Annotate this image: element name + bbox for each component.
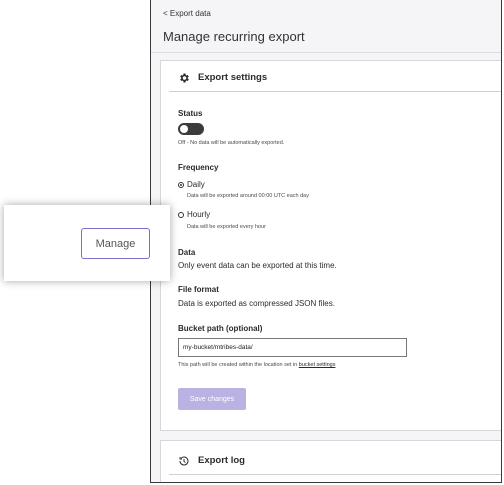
export-settings-header: Export settings	[178, 71, 267, 83]
file-format-label: File format	[178, 285, 219, 294]
daily-radio[interactable]	[178, 182, 184, 188]
frequency-label: Frequency	[178, 163, 219, 172]
daily-label[interactable]: Daily	[187, 180, 205, 189]
data-text: Only event data can be exported at this …	[178, 261, 337, 270]
hourly-hint: Data will be exported every hour	[187, 224, 266, 230]
file-format-text: Data is exported as compressed JSON file…	[178, 299, 335, 308]
breadcrumb[interactable]: < Export data	[163, 9, 211, 18]
hourly-radio[interactable]	[178, 212, 184, 218]
hourly-label[interactable]: Hourly	[187, 210, 210, 219]
gear-icon	[178, 71, 190, 83]
export-log-card: Export log	[160, 440, 501, 482]
page-title: Manage recurring export	[163, 29, 305, 44]
status-toggle[interactable]	[178, 123, 204, 135]
bucket-path-input[interactable]	[178, 338, 407, 357]
export-log-heading: Export log	[198, 454, 245, 466]
bucket-path-hint: This path will be created within the loc…	[178, 362, 335, 368]
bucket-hint-text: This path will be created within the loc…	[178, 362, 299, 368]
save-changes-button[interactable]: Save changes	[178, 388, 246, 410]
export-log-header[interactable]: Export log	[178, 454, 245, 466]
data-label: Data	[178, 248, 196, 257]
export-settings-card: Export settings Status Off - No data wil…	[160, 60, 501, 431]
history-icon	[178, 454, 190, 466]
status-label: Status	[178, 109, 203, 118]
manage-callout: Manage	[4, 205, 170, 281]
bucket-settings-link[interactable]: bucket settings	[299, 362, 336, 368]
manage-button[interactable]: Manage	[81, 228, 150, 259]
divider	[151, 52, 501, 53]
daily-hint: Data will be exported around 00:00 UTC e…	[187, 193, 309, 199]
toggle-knob	[180, 125, 188, 133]
export-page: < Export data Manage recurring export Ex…	[150, 0, 502, 483]
divider	[169, 474, 501, 475]
divider	[169, 91, 501, 92]
bucket-path-label: Bucket path (optional)	[178, 324, 263, 333]
export-settings-heading: Export settings	[198, 71, 268, 83]
status-hint: Off - No data will be automatically expo…	[178, 140, 285, 146]
